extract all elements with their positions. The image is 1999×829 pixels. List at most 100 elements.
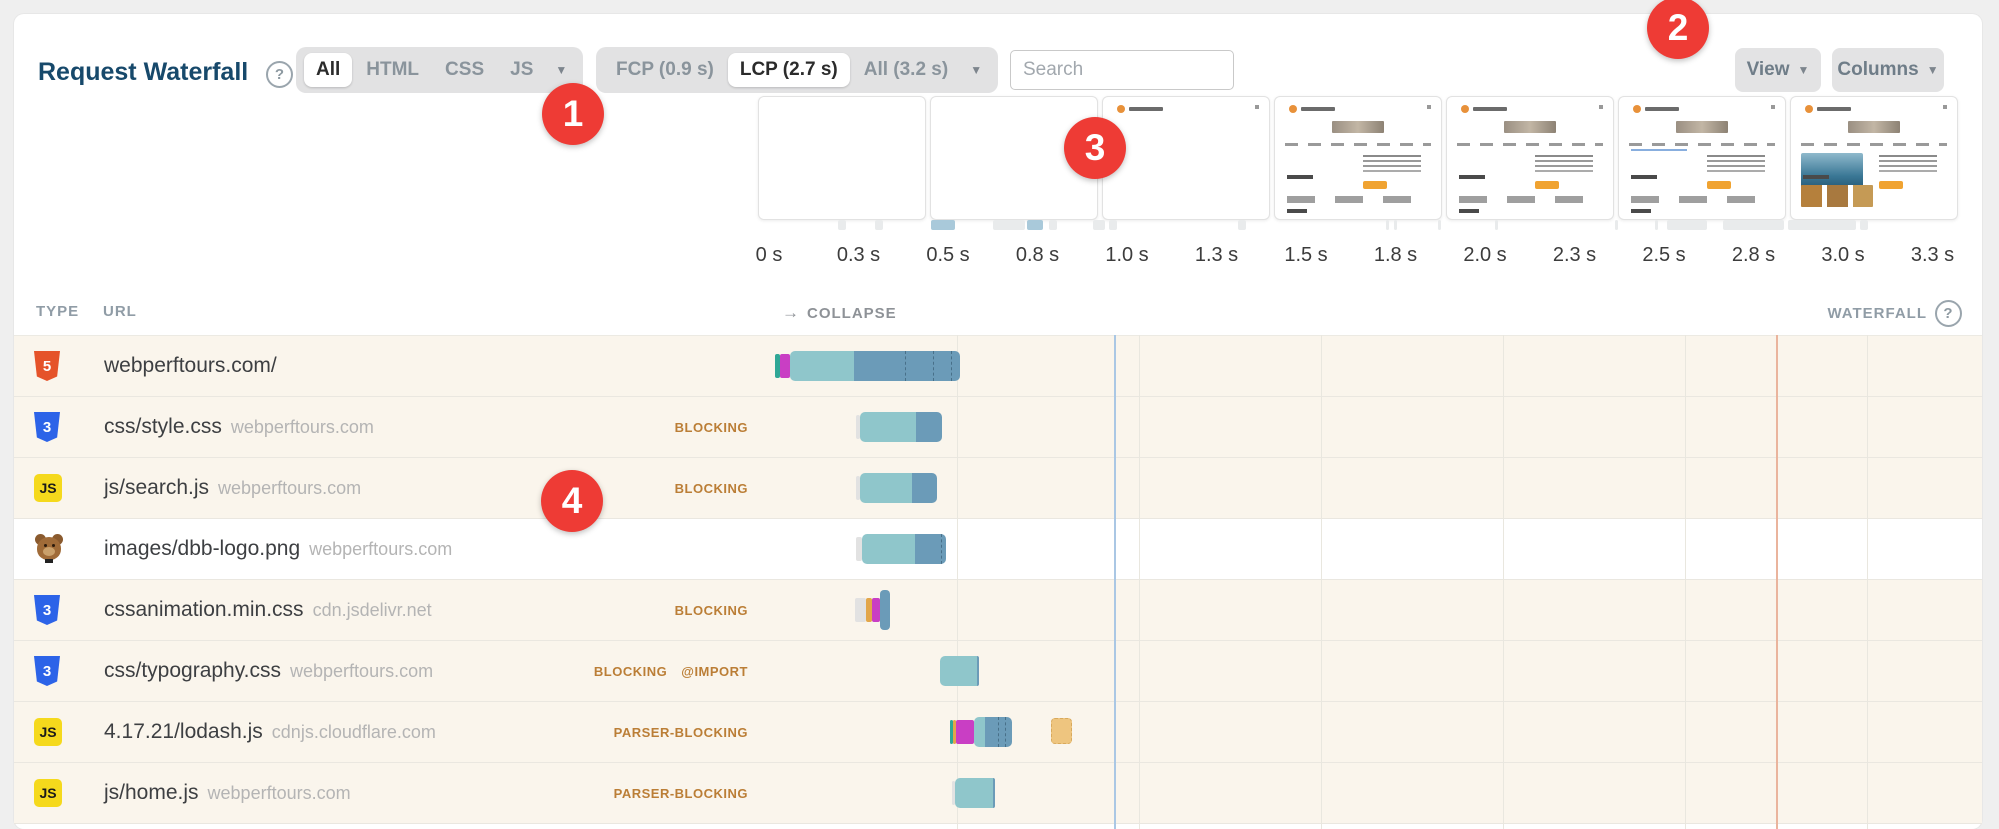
bear-part [43,547,55,556]
chevron-down-icon: ▼ [1927,63,1939,77]
thumbnail-nav-mock [1801,143,1947,146]
filmstrip-thumbnail[interactable] [1102,96,1270,220]
columns-button[interactable]: Columns ▼ [1832,48,1944,92]
url-text: css/style.css [104,415,222,438]
thumbnail-sub-mock [1631,175,1657,179]
activity-segment [1788,220,1856,230]
waterfall-bar[interactable] [856,458,937,518]
thumbnail-para-mock [1363,155,1421,157]
search-input[interactable] [1010,50,1234,90]
filter-option-fcp[interactable]: FCP (0.9 s) [604,53,726,87]
column-header-url: URL [103,303,137,320]
activity-segment [1495,220,1498,230]
activity-segment [1667,220,1707,230]
activity-segment [1049,220,1057,230]
waterfall-bar[interactable] [950,702,1012,762]
deferred-execution-bar[interactable] [1051,718,1072,744]
thumbnail-foot-mock [1287,209,1307,213]
marker-line-lcp [1776,335,1778,829]
help-icon[interactable]: ? [1935,300,1962,327]
filmstrip-thumbnail[interactable] [758,96,926,220]
url-domain: webperftours.com [309,539,452,559]
timeline-tick-label: 1.3 s [1195,244,1238,267]
bar-segment-gray [855,598,866,622]
thumbnail-btn-mock [1879,181,1903,189]
help-icon[interactable]: ? [266,61,293,88]
waterfall-bar[interactable] [952,763,995,823]
blocking-label: BLOCKING [675,420,748,435]
url-domain: webperftours.com [208,783,351,803]
thumbnail-sub-mock [1803,175,1829,179]
annotation-badge-4: 4 [541,470,603,532]
waterfall-bar[interactable] [940,641,979,701]
thumbnail-banner-mock [1504,121,1556,133]
bar-segment-light [790,351,854,381]
blocking-labels: BLOCKING@IMPORT [594,641,748,701]
thumbnail-logotext-mock [1301,107,1335,111]
request-row[interactable]: JS js/search.js webperftours.com BLOCKING [14,458,1982,519]
activity-segment [1394,220,1397,230]
css-file-icon: 3 [34,656,60,686]
bar-phase-divider [933,351,934,381]
url-domain: webperftours.com [218,478,361,498]
bar-segment-light [862,534,915,564]
js-file-icon: JS [34,718,62,746]
bar-segment-light [955,778,993,808]
activity-segment [1238,220,1246,230]
bear-part [44,544,47,547]
js-file-icon: JS [34,474,62,502]
request-url: js/home.jswebperftours.com [104,781,351,805]
filter-option-all-time[interactable]: All (3.2 s) [852,53,960,87]
thumbnail-logotext-mock [1473,107,1507,111]
bear-part [45,559,53,563]
filter-option-lcp[interactable]: LCP (2.7 s) [728,53,850,87]
thumbnail-para-mock [1535,155,1593,157]
filmstrip-thumbnail[interactable] [1274,96,1442,220]
annotation-badge-2: 2 [1647,0,1709,59]
filmstrip-thumbnail[interactable] [1446,96,1614,220]
columns-button-label: Columns [1837,59,1918,81]
thumbnail-logotext-mock [1129,107,1163,111]
timeline-tick-label: 0.8 s [1016,244,1059,267]
filmstrip-thumbnail[interactable] [1618,96,1786,220]
request-row[interactable]: 3cssanimation.min.csscdn.jsdelivr.netBLO… [14,580,1982,641]
bar-segment-light [974,717,985,747]
timeline-tick-label: 2.5 s [1642,244,1685,267]
chevron-down-icon[interactable]: ▼ [962,63,990,77]
blocking-labels: BLOCKING [675,397,748,457]
timeline-tick-label: 0 s [756,244,783,267]
timeline-tick-label: 0.5 s [926,244,969,267]
filter-option-js[interactable]: JS [498,53,545,87]
html-file-icon: 5 [34,351,60,381]
activity-segment [1109,220,1117,230]
request-url: images/dbb-logo.pngwebperftours.com [104,537,452,561]
blocking-label: BLOCKING [675,481,748,496]
waterfall-bar[interactable] [856,397,942,457]
thumbnail-photos-mock [1801,185,1873,207]
filter-option-html[interactable]: HTML [354,53,431,87]
request-row[interactable]: JSjs/home.jswebperftours.comPARSER-BLOCK… [14,763,1982,824]
filter-option-css[interactable]: CSS [433,53,496,87]
bar-phase-divider [998,717,999,747]
thumbnail-logotext-mock [1645,107,1679,111]
timeline-tick-label: 1.5 s [1284,244,1327,267]
url-text: js/search.js [104,476,209,499]
filter-option-all[interactable]: All [304,53,352,87]
activity-segment [838,220,846,230]
activity-segment [1093,220,1105,230]
timeline-tick-label: 0.3 s [837,244,880,267]
filmstrip-thumbnail[interactable] [1790,96,1958,220]
bar-segment-steel [993,778,995,808]
request-row[interactable]: 5 webperftours.com/ [14,336,1982,397]
collapse-button[interactable]: → COLLAPSE [782,303,897,323]
chevron-down-icon[interactable]: ▼ [547,63,575,77]
waterfall-bar[interactable] [856,519,946,579]
request-row[interactable]: 3css/style.csswebperftours.comBLOCKING [14,397,1982,458]
waterfall-bar[interactable] [855,580,890,640]
url-text: webperftours.com/ [104,354,277,377]
request-row[interactable]: 3css/typography.csswebperftours.comBLOCK… [14,641,1982,702]
bar-segment-magenta [780,354,790,378]
view-button[interactable]: View ▼ [1735,48,1821,92]
request-row[interactable]: images/dbb-logo.pngwebperftours.com [14,519,1982,580]
activity-segment [1860,220,1868,230]
